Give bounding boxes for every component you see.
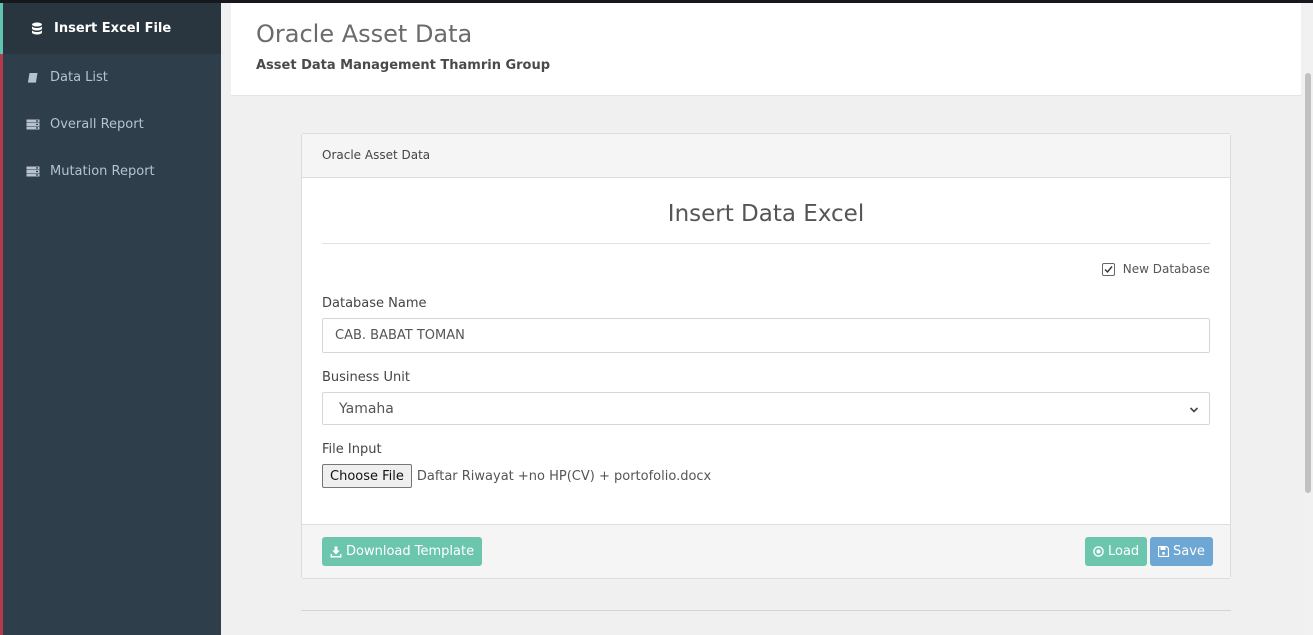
download-template-label: Download Template [346,544,475,559]
download-template-button[interactable]: Download Template [322,537,483,566]
form-title: Insert Data Excel [322,178,1210,244]
floppy-disk-icon [1158,546,1169,557]
sidebar-item-label: Overall Report [50,117,144,132]
panel-body: Insert Data Excel New Database Database … [302,178,1230,525]
business-unit-label: Business Unit [322,370,410,385]
chevron-down-icon [1189,403,1199,419]
book-icon [25,71,41,85]
new-database-checkbox[interactable]: New Database [1101,262,1210,276]
sidebar-item-label: Mutation Report [50,164,155,179]
selected-file-name: Daftar Riwayat +no HP(CV) + portofolio.d… [416,468,712,484]
download-icon [330,546,342,558]
sidebar-item-mutation-report[interactable]: Mutation Report [3,148,221,195]
sidebar: Insert Excel File Data List Overall Repo… [0,3,221,635]
sidebar-item-data-list[interactable]: Data List [3,54,221,101]
sidebar-item-overall-report[interactable]: Overall Report [3,101,221,148]
checkbox-checked-icon[interactable] [1101,262,1115,276]
page-title: Oracle Asset Data [256,20,473,48]
business-unit-select[interactable]: Yamaha [322,392,1210,425]
business-unit-value: Yamaha [339,400,394,417]
circle-play-icon [1093,546,1104,557]
sidebar-item-label: Insert Excel File [54,21,172,36]
page-subtitle: Asset Data Management Thamrin Group [256,58,551,73]
database-name-input[interactable]: CAB. BABAT TOMAN [322,318,1210,353]
file-input-label: File Input [322,442,382,457]
save-label: Save [1173,544,1205,559]
sidebar-item-label: Data List [50,70,108,85]
page-header: Oracle Asset Data Asset Data Management … [231,3,1301,96]
load-label: Load [1108,544,1140,559]
database-icon [29,22,45,36]
scrollbar[interactable] [1303,3,1313,635]
panel-footer: Download Template Load Save [302,524,1230,578]
scrollbar-thumb[interactable] [1305,73,1311,493]
divider [301,610,1231,611]
save-button[interactable]: Save [1150,537,1213,566]
insert-data-panel: Oracle Asset Data Insert Data Excel New … [301,133,1231,579]
panel-heading: Oracle Asset Data [302,134,1230,178]
load-button[interactable]: Load [1085,537,1148,566]
choose-file-button[interactable]: Choose File [322,464,412,488]
database-name-label: Database Name [322,296,427,311]
file-input[interactable]: Choose File Daftar Riwayat +no HP(CV) + … [322,464,711,488]
sidebar-item-insert-excel-file[interactable]: Insert Excel File [0,3,221,54]
server-icon [25,118,41,132]
new-database-label: New Database [1122,262,1210,276]
server-icon [25,165,41,179]
